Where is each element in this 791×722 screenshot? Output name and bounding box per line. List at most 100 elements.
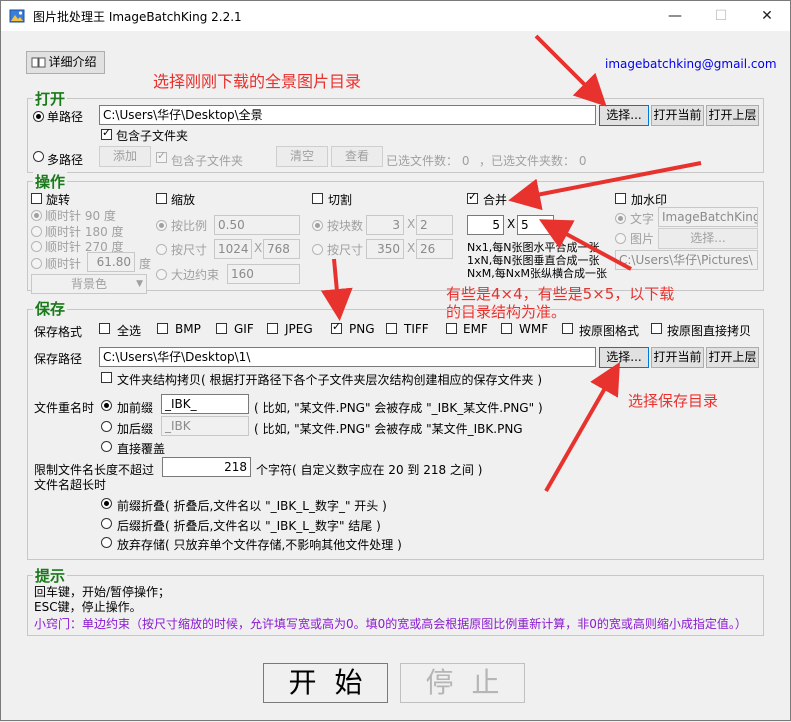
view-button[interactable]: 查看 xyxy=(331,146,383,167)
format-original-checkbox[interactable] xyxy=(562,323,573,334)
scale-size-radio[interactable] xyxy=(156,244,167,255)
cut-checkbox[interactable] xyxy=(312,193,323,204)
watermark-label: 加水印 xyxy=(631,193,668,207)
back-fold-label: 后缀折叠( 折叠后,文件名以 "_IBK_L_数字" 结尾 ) xyxy=(117,519,381,533)
operations-group-title: 操作 xyxy=(33,171,68,192)
save-path-input[interactable]: C:\Users\华仔\Desktop\1\ xyxy=(99,347,596,367)
open-current-button[interactable]: 打开当前 xyxy=(651,105,704,126)
watermark-image-path-input[interactable]: C:\Users\华仔\Pictures\ xyxy=(615,250,758,270)
format-wmf-checkbox[interactable] xyxy=(501,323,512,334)
open-choose-button[interactable]: 选择... xyxy=(599,105,649,126)
rotate-90-radio[interactable] xyxy=(31,210,42,221)
watermark-choose-button[interactable]: 选择... xyxy=(658,228,758,249)
single-path-input[interactable]: C:\Users\华仔\Desktop\全景\resource\prod\613… xyxy=(99,105,596,125)
max-edge-radio[interactable] xyxy=(156,269,167,280)
close-button[interactable]: ✕ xyxy=(744,1,790,31)
merge-checkbox[interactable] xyxy=(467,190,478,204)
scale-ratio-label: 按比例 xyxy=(171,219,208,233)
cut-count-rows-input[interactable]: 2 xyxy=(416,215,453,235)
save-group-title: 保存 xyxy=(33,298,68,319)
watermark-text-radio[interactable] xyxy=(615,213,626,224)
watermark-image-radio[interactable] xyxy=(615,233,626,244)
save-open-current-button[interactable]: 打开当前 xyxy=(651,347,704,368)
cut-size-label: 按尺寸 xyxy=(327,243,364,257)
scale-ratio-input[interactable]: 0.50 xyxy=(214,215,300,235)
app-icon xyxy=(9,9,25,23)
prefix-radio[interactable] xyxy=(101,400,112,411)
arrow-to-open-choose xyxy=(534,34,607,107)
open-up-button[interactable]: 打开上层 xyxy=(706,105,759,126)
cut-size-height-input[interactable]: 26 xyxy=(416,239,453,259)
minimize-button[interactable]: — xyxy=(652,1,698,31)
single-path-label: 单路径 xyxy=(47,110,84,124)
suffix-input[interactable]: _IBK xyxy=(161,416,249,436)
back-fold-radio[interactable] xyxy=(101,518,112,529)
watermark-checkbox[interactable] xyxy=(615,193,626,204)
multi-path-radio[interactable] xyxy=(33,151,44,162)
format-bmp-checkbox[interactable] xyxy=(157,323,168,334)
front-fold-radio[interactable] xyxy=(101,498,112,509)
format-jpeg-checkbox[interactable] xyxy=(267,323,278,334)
start-button[interactable]: 开始 xyxy=(263,663,388,703)
bg-color-select[interactable]: 背景色 ▼ xyxy=(31,274,147,294)
scale-size-label: 按尺寸 xyxy=(171,243,208,257)
overwrite-radio[interactable] xyxy=(101,441,112,452)
clear-button[interactable]: 清空 xyxy=(276,146,328,167)
format-tiff-checkbox[interactable] xyxy=(386,323,397,334)
limit-input[interactable]: 218 xyxy=(162,457,251,477)
cut-count-cols-input[interactable]: 3 xyxy=(366,215,404,235)
book-icon xyxy=(31,57,46,68)
rotate-deg-label: 度 xyxy=(139,257,152,271)
rotate-label: 旋转 xyxy=(46,193,71,207)
format-gif-checkbox[interactable] xyxy=(216,323,227,334)
single-path-radio[interactable] xyxy=(33,111,44,122)
scale-checkbox[interactable] xyxy=(156,193,167,204)
copy-structure-checkbox[interactable] xyxy=(101,372,112,383)
merge-rows-input[interactable]: 5 xyxy=(517,215,554,235)
scale-height-input[interactable]: 768 xyxy=(263,239,300,259)
suffix-note: ( 比如, "某文件.PNG" 会被存成 "某文件_IBK.PNG xyxy=(254,422,523,436)
format-all-checkbox[interactable] xyxy=(99,323,110,334)
scale-width-input[interactable]: 1024 xyxy=(214,239,252,259)
cut-size-radio[interactable] xyxy=(312,244,323,255)
save-open-up-button[interactable]: 打开上层 xyxy=(706,347,759,368)
prefix-label: 加前缀 xyxy=(117,401,154,415)
email-link[interactable]: imagebatchking@gmail.com xyxy=(605,57,777,71)
scale-ratio-radio[interactable] xyxy=(156,220,167,231)
rotate-180-radio[interactable] xyxy=(31,226,42,237)
format-tiff-label: TIFF xyxy=(404,322,429,336)
rename-label: 文件重名时 xyxy=(34,401,95,415)
suffix-radio[interactable] xyxy=(101,421,112,432)
intro-button[interactable]: 详细介绍 xyxy=(26,51,105,74)
cut-count-radio[interactable] xyxy=(312,220,323,231)
front-fold-label: 前缀折叠( 折叠后,文件名以 "_IBK_L_数字_" 开头 ) xyxy=(117,499,387,513)
stop-button[interactable]: 停止 xyxy=(400,663,525,703)
rotate-checkbox[interactable] xyxy=(31,193,42,204)
bg-color-label: 背景色 xyxy=(70,277,107,291)
save-path-label: 保存路径 xyxy=(34,352,83,366)
format-emf-checkbox[interactable] xyxy=(446,323,457,334)
main-window: 图片批处理王 ImageBatchKing 2.2.1 — ☐ ✕ 详细介绍 i… xyxy=(0,0,791,721)
rotate-custom-input[interactable]: 61.80 xyxy=(87,252,135,272)
format-copy-label: 按原图直接拷贝 xyxy=(667,324,752,338)
include-sub-multi-checkbox[interactable] xyxy=(156,149,167,163)
add-button[interactable]: 添加 xyxy=(99,146,151,167)
merge-label: 合并 xyxy=(483,193,508,207)
merge-cols-input[interactable]: 5 xyxy=(467,215,504,235)
suffix-label: 加后缀 xyxy=(117,422,154,436)
rotate-custom-radio[interactable] xyxy=(31,258,42,269)
include-sub-checkbox[interactable] xyxy=(101,126,112,140)
cut-size-width-input[interactable]: 350 xyxy=(366,239,404,259)
watermark-text-input[interactable]: ImageBatchKing xyxy=(658,207,758,227)
prefix-input[interactable]: _IBK_ xyxy=(161,394,249,414)
format-copy-checkbox[interactable] xyxy=(651,323,662,334)
selected-files-count: 已选文件数： 0 xyxy=(386,154,470,168)
format-png-checkbox[interactable] xyxy=(331,320,342,334)
format-jpeg-label: JPEG xyxy=(285,322,313,336)
save-choose-button[interactable]: 选择... xyxy=(599,347,649,368)
abandon-radio[interactable] xyxy=(101,537,112,548)
rotate-270-radio[interactable] xyxy=(31,241,42,252)
max-edge-input[interactable]: 160 xyxy=(227,264,300,284)
max-edge-label: 大边约束 xyxy=(171,268,220,282)
maximize-button[interactable]: ☐ xyxy=(698,1,744,31)
